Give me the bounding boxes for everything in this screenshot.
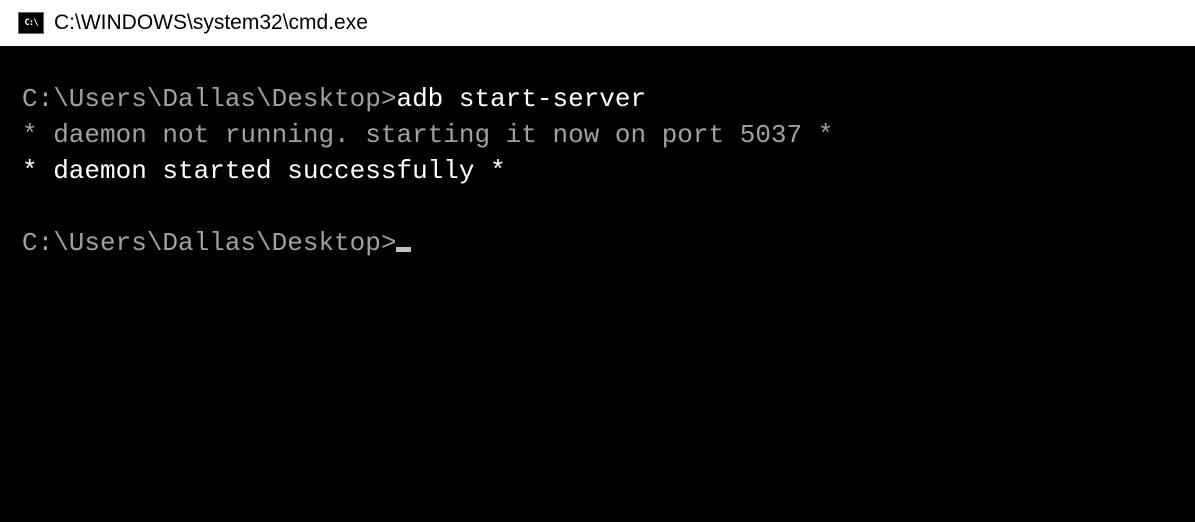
window-titlebar: C:\ C:\WINDOWS\system32\cmd.exe: [0, 0, 1195, 46]
terminal-blank-line: [22, 190, 1173, 226]
prompt: C:\Users\Dallas\Desktop>: [22, 84, 396, 114]
command-text: adb start-server: [396, 84, 646, 114]
window-title: C:\WINDOWS\system32\cmd.exe: [54, 11, 368, 35]
cmd-icon: C:\: [18, 12, 44, 34]
terminal-line: C:\Users\Dallas\Desktop>adb start-server: [22, 82, 1173, 118]
terminal-output-line: * daemon not running. starting it now on…: [22, 118, 1173, 154]
terminal-line: C:\Users\Dallas\Desktop>: [22, 226, 1173, 262]
cursor-icon: [396, 247, 411, 252]
terminal-output-line: * daemon started successfully *: [22, 154, 1173, 190]
terminal-area[interactable]: C:\Users\Dallas\Desktop>adb start-server…: [0, 46, 1195, 522]
prompt: C:\Users\Dallas\Desktop>: [22, 228, 396, 258]
cmd-icon-label: C:\: [24, 18, 37, 28]
